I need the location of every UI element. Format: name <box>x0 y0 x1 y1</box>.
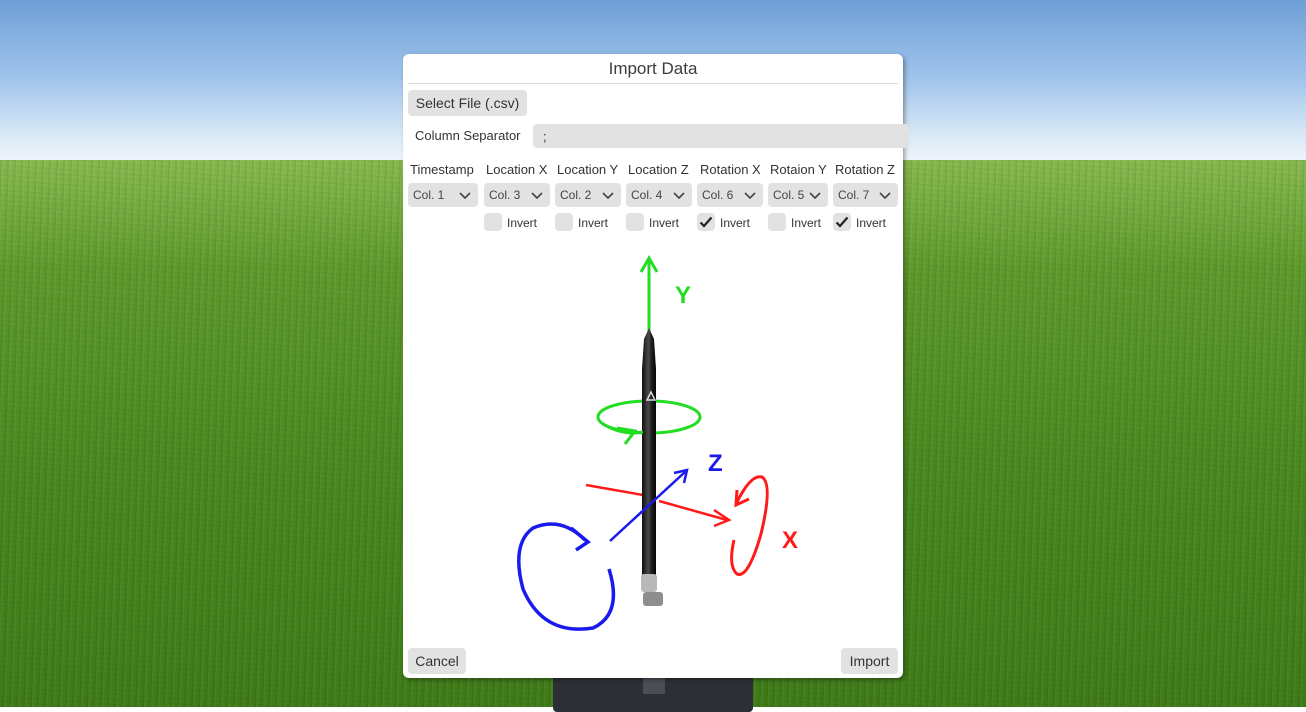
checkbox-box[interactable] <box>697 213 715 231</box>
cancel-button[interactable]: Cancel <box>408 648 466 674</box>
checkmark-icon <box>699 216 713 228</box>
chevron-down-icon <box>879 192 891 200</box>
x-axis-back <box>585 483 644 497</box>
invert-rotation-x-checkbox[interactable]: Invert <box>697 213 757 233</box>
x-axis-label: X <box>782 527 798 554</box>
invert-label: Invert <box>578 216 609 230</box>
column-header-rotation-x: Rotation X <box>700 162 761 177</box>
chevron-down-icon <box>602 192 614 200</box>
invert-label: Invert <box>720 216 751 230</box>
pen-model <box>641 328 663 606</box>
invert-rotation-y-checkbox[interactable]: Invert <box>768 213 828 233</box>
y-axis-arrow <box>639 254 659 334</box>
select-file-button[interactable]: Select File (.csv) <box>408 90 527 116</box>
rotation-x-column-select[interactable]: Col. 6 <box>697 183 763 207</box>
title-divider <box>408 83 898 84</box>
location-x-column-select[interactable]: Col. 3 <box>484 183 550 207</box>
column-header-rotation-y: Rotaion Y <box>770 162 827 177</box>
import-data-dialog: Import Data Select File (.csv) Column Se… <box>403 54 909 678</box>
checkbox-box[interactable] <box>626 213 644 231</box>
invert-label: Invert <box>649 216 680 230</box>
invert-label: Invert <box>507 216 538 230</box>
z-axis-label: Z <box>708 450 723 477</box>
selected-value: Col. 7 <box>838 188 870 202</box>
invert-rotation-z-checkbox[interactable]: Invert <box>833 213 893 233</box>
column-header-location-x: Location X <box>486 162 548 177</box>
selected-value: Col. 6 <box>702 188 734 202</box>
invert-location-x-checkbox[interactable]: Invert <box>484 213 544 233</box>
chevron-down-icon <box>459 192 471 200</box>
selected-value: Col. 4 <box>631 188 663 202</box>
invert-location-z-checkbox[interactable]: Invert <box>626 213 686 233</box>
column-header-timestamp: Timestamp <box>410 162 474 177</box>
column-separator-input[interactable] <box>533 124 909 148</box>
invert-label: Invert <box>791 216 822 230</box>
location-z-column-select[interactable]: Col. 4 <box>626 183 692 207</box>
invert-label: Invert <box>856 216 887 230</box>
axis-illustration: Y Z X <box>517 254 798 631</box>
chevron-down-icon <box>809 192 821 200</box>
chevron-down-icon <box>744 192 756 200</box>
import-button[interactable]: Import <box>841 648 898 674</box>
checkbox-box[interactable] <box>484 213 502 231</box>
column-separator-label: Column Separator <box>415 128 521 143</box>
selected-value: Col. 3 <box>489 188 521 202</box>
x-rotation-arrow <box>730 475 769 576</box>
chevron-down-icon <box>531 192 543 200</box>
location-y-column-select[interactable]: Col. 2 <box>555 183 621 207</box>
column-header-rotation-z: Rotation Z <box>835 162 895 177</box>
selected-value: Col. 1 <box>413 188 445 202</box>
timestamp-column-select[interactable]: Col. 1 <box>408 183 478 207</box>
checkmark-icon <box>835 216 849 228</box>
rotation-z-column-select[interactable]: Col. 7 <box>833 183 898 207</box>
selected-value: Col. 5 <box>773 188 805 202</box>
checkbox-box[interactable] <box>833 213 851 231</box>
invert-location-y-checkbox[interactable]: Invert <box>555 213 615 233</box>
selected-value: Col. 2 <box>560 188 592 202</box>
dialog-title: Import Data <box>608 59 698 78</box>
checkbox-box[interactable] <box>555 213 573 231</box>
x-axis-arrow <box>658 499 732 528</box>
column-header-location-y: Location Y <box>557 162 619 177</box>
z-rotation-arrow <box>517 522 616 631</box>
chevron-down-icon <box>673 192 685 200</box>
rotation-y-column-select[interactable]: Col. 5 <box>768 183 828 207</box>
y-axis-label: Y <box>675 282 691 309</box>
checkbox-box[interactable] <box>768 213 786 231</box>
pedestal <box>553 672 753 712</box>
column-header-location-z: Location Z <box>628 162 689 177</box>
